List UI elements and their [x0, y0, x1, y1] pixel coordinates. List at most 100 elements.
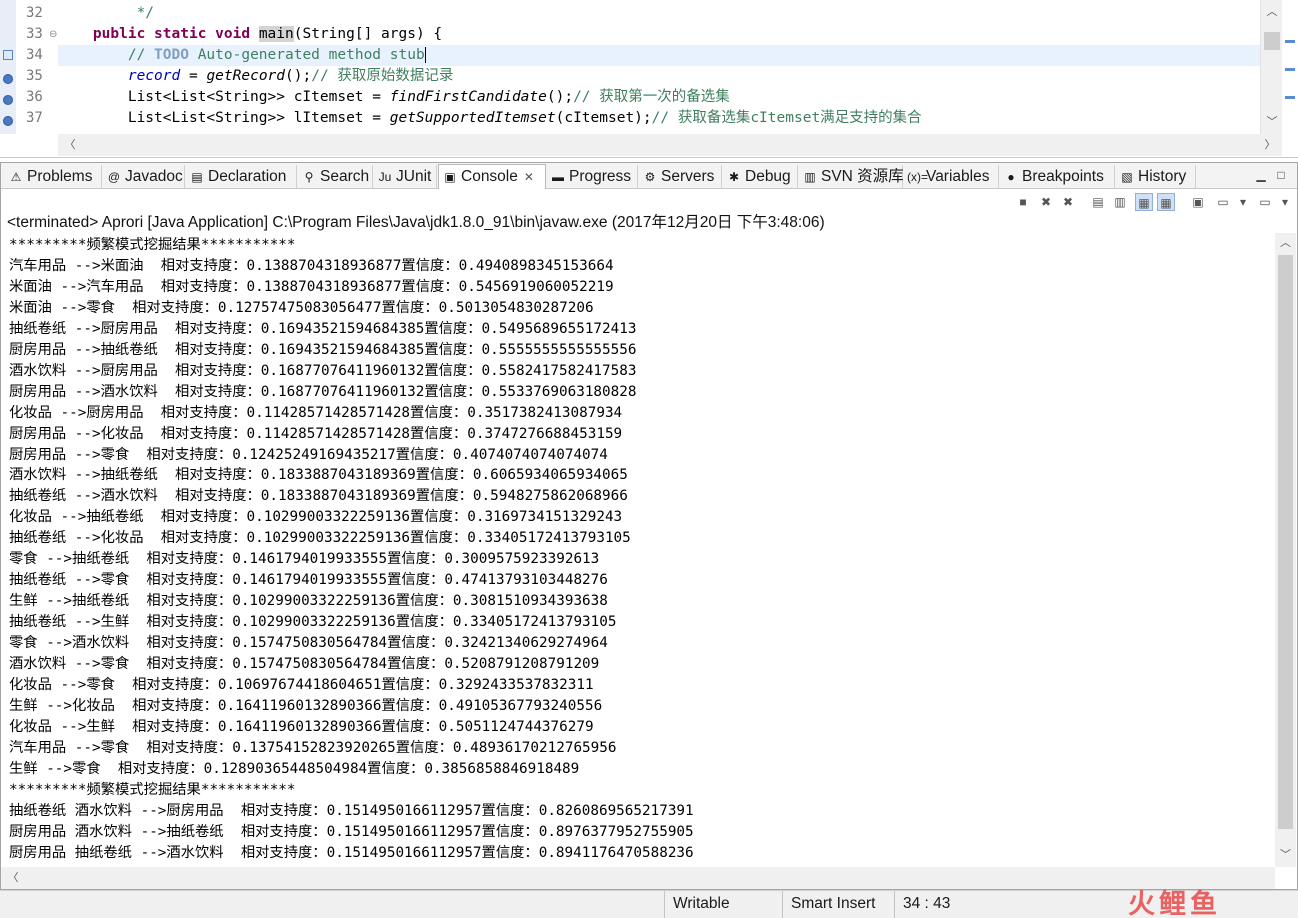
console-line: 生鲜 -->抽纸卷纸 相对支持度：0.10299003322259136置信度：…	[9, 593, 608, 610]
scroll-left-icon[interactable]: 〈	[3, 867, 23, 889]
code-line[interactable]: // TODO Auto-generated method stub	[58, 45, 1260, 66]
tab-junit[interactable]: Ju JUnit	[374, 165, 437, 188]
declaration-icon: ▤	[191, 170, 203, 184]
console-line: 汽车用品 -->零食 相对支持度：0.13754152823920265置信度：…	[9, 739, 617, 756]
console-line: 生鲜 -->零食 相对支持度：0.12890365448504984置信度：0.…	[9, 760, 580, 777]
variables-icon: (x)=	[907, 170, 928, 184]
editor-scroll-thumb[interactable]	[1264, 32, 1280, 50]
console-line: 酒水饮料 -->零食 相对支持度：0.1574750830564784置信度：0…	[9, 656, 600, 672]
editor-horizontal-scrollbar[interactable]: 〈 〉	[58, 134, 1282, 156]
code-line[interactable]: record = getRecord();// 获取原始数据记录	[58, 66, 1260, 87]
insert-mode: Smart Insert	[782, 891, 894, 918]
console-line: 抽纸卷纸 -->酒水饮料 相对支持度：0.1833887043189369置信度…	[9, 488, 628, 505]
line-number: 35	[26, 68, 43, 84]
display-console-dropdown-icon[interactable]: ▾	[1234, 193, 1252, 211]
scroll-up-icon[interactable]: ︿	[1261, 2, 1283, 22]
maximize-icon[interactable]: □	[1271, 163, 1291, 187]
tab-label: Javadoc	[125, 168, 183, 185]
scroll-down-icon[interactable]: ﹀	[1261, 112, 1283, 132]
code-line[interactable]: List<List<String>> cItemset = findFirstC…	[58, 87, 1260, 108]
console-line: 酒水饮料 -->厨房用品 相对支持度：0.16877076411960132置信…	[9, 362, 637, 379]
open-console-dropdown-icon[interactable]: ▾	[1276, 193, 1294, 211]
tab-javadoc[interactable]: @ Javadoc	[103, 165, 185, 188]
line-number: 33	[26, 26, 43, 42]
code-line[interactable]: public static void main(String[] args) {	[58, 24, 1260, 45]
code-token: getRecord	[206, 68, 286, 84]
console-line: 零食 -->抽纸卷纸 相对支持度：0.1461794019933555置信度：0…	[9, 551, 600, 568]
show-on-stdout-icon[interactable]: ▦	[1135, 193, 1153, 211]
terminate-icon[interactable]: ■	[1014, 193, 1032, 211]
tab-search[interactable]: ⚲ Search	[298, 165, 373, 188]
close-tab-icon[interactable]: ✕	[524, 170, 534, 184]
junit-icon: Ju	[378, 170, 392, 184]
console-scroll-thumb[interactable]	[1278, 255, 1293, 829]
code-token: // 获取第一次的备选集	[573, 89, 730, 105]
tab-history[interactable]: ▧ History	[1116, 165, 1196, 188]
console-line: 厨房用品 抽纸卷纸 -->酒水饮料 相对支持度：0.15149501661129…	[9, 844, 694, 861]
fold-toggle-icon[interactable]: ⊖	[49, 24, 57, 45]
tab-label: Servers	[661, 168, 715, 185]
overview-marker[interactable]	[1285, 40, 1295, 43]
console-view-panel: ▁ □ ⚠ Problems @ Javadoc ▤ Declaration ⚲ Search J…	[0, 162, 1298, 890]
progress-icon: ▬	[552, 170, 564, 184]
code-token: // 获取原始数据记录	[311, 68, 454, 84]
scroll-up-icon[interactable]: ︿	[1275, 233, 1296, 253]
tab-console[interactable]: ▣ Console ✕	[438, 164, 546, 189]
tab-label: Breakpoints	[1022, 168, 1104, 185]
tab-variables[interactable]: (x)=Variables	[904, 165, 999, 188]
code-area[interactable]: */ public static void main(String[] args…	[58, 0, 1260, 134]
remove-all-terminated-icon[interactable]: ✖	[1059, 193, 1077, 211]
tab-label: Console	[461, 168, 518, 185]
console-output[interactable]: *********频繁模式挖掘结果*********** 汽车用品 -->米面油 …	[1, 233, 1273, 867]
console-line: 酒水饮料 -->抽纸卷纸 相对支持度：0.1833887043189369置信度…	[9, 467, 628, 484]
tab-declaration[interactable]: ▤ Declaration	[186, 165, 297, 188]
task-marker-icon[interactable]	[3, 50, 13, 60]
scroll-lock-icon[interactable]: ▥	[1111, 193, 1129, 211]
tab-servers[interactable]: ⚙ Servers	[639, 165, 722, 188]
console-line: 零食 -->酒水饮料 相对支持度：0.1574750830564784置信度：0…	[9, 635, 608, 652]
display-selected-console-icon[interactable]: ▭	[1214, 193, 1232, 211]
minimize-icon[interactable]: ▁	[1251, 163, 1271, 187]
line-number: 34	[26, 47, 43, 63]
clear-console-icon[interactable]: ▤	[1089, 193, 1107, 211]
code-line[interactable]: List<List<String>> lItemset = getSupport…	[58, 108, 1260, 129]
console-horizontal-scrollbar[interactable]: 〈	[1, 867, 1275, 889]
overview-marker[interactable]	[1285, 68, 1295, 71]
scroll-right-icon[interactable]: 〉	[1260, 134, 1280, 156]
tab-breakpoints[interactable]: ● Breakpoints	[1000, 165, 1115, 188]
open-console-icon[interactable]: ▭	[1256, 193, 1274, 211]
occurrence-marker-icon	[3, 74, 13, 84]
console-line: 抽纸卷纸 -->厨房用品 相对支持度：0.16943521594684385置信…	[9, 320, 637, 337]
tab-label: History	[1138, 168, 1187, 185]
editor-vertical-scrollbar[interactable]: ︿ ﹀	[1260, 0, 1282, 134]
console-vertical-scrollbar[interactable]: ︿ ﹀	[1275, 233, 1296, 867]
console-line: 化妆品 -->厨房用品 相对支持度：0.11428571428571428置信度…	[9, 404, 623, 421]
console-line: 厨房用品 酒水饮料 -->抽纸卷纸 相对支持度：0.15149501661129…	[9, 823, 694, 840]
editor-mode: Writable	[664, 891, 782, 918]
code-token: // 获取备选集cItemset满足支持的集合	[651, 110, 922, 126]
code-token: (cItemset);	[555, 110, 652, 126]
tab-debug[interactable]: ✱ Debug	[723, 165, 798, 188]
console-line: 抽纸卷纸 -->生鲜 相对支持度：0.10299003322259136置信度：…	[9, 614, 617, 631]
tab-label: Variables	[926, 168, 990, 185]
tab-svn[interactable]: ▥ SVN 资源库	[799, 165, 904, 188]
code-editor[interactable]: 32 33 ⊖ 34 35 36 37 */ public static void main…	[0, 0, 1298, 158]
tab-problems[interactable]: ⚠ Problems	[5, 165, 102, 188]
scroll-down-icon[interactable]: ﹀	[1275, 845, 1296, 865]
console-line: 厨房用品 -->化妆品 相对支持度：0.11428571428571428置信度…	[9, 425, 623, 442]
overview-marker[interactable]	[1285, 96, 1295, 99]
code-token: findFirstCandidate	[389, 89, 547, 105]
editor-overview-ruler[interactable]	[1282, 0, 1298, 134]
remove-launch-icon[interactable]: ✖	[1037, 193, 1055, 211]
tab-label: Problems	[27, 168, 93, 185]
console-line: 厨房用品 -->酒水饮料 相对支持度：0.16877076411960132置信…	[9, 383, 637, 400]
console-line: 厨房用品 -->抽纸卷纸 相对支持度：0.16943521594684385置信…	[9, 341, 637, 358]
console-line: 抽纸卷纸 -->化妆品 相对支持度：0.10299003322259136置信度…	[9, 530, 631, 547]
pin-console-icon[interactable]: ▣	[1189, 193, 1207, 211]
code-line[interactable]: */	[58, 3, 1260, 24]
scroll-left-icon[interactable]: 〈	[60, 134, 80, 156]
occurrence-marker-icon	[3, 116, 13, 126]
show-on-stderr-icon[interactable]: ▦	[1157, 193, 1175, 211]
code-token: void	[215, 26, 251, 42]
tab-progress[interactable]: ▬ Progress	[547, 165, 638, 188]
